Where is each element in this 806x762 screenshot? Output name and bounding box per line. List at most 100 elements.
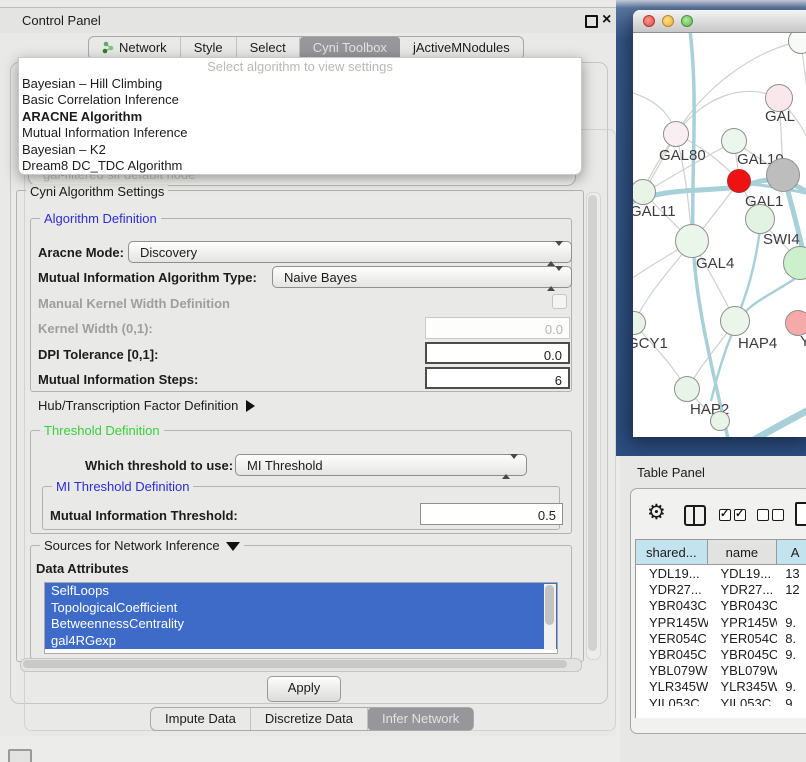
tab-label: jActiveMNodules — [413, 40, 510, 55]
network-node[interactable] — [745, 204, 775, 234]
tab-cyni-toolbox[interactable]: Cyni Toolbox — [300, 37, 400, 59]
algorithm-option-basic-correlation-inference[interactable]: Basic Correlation Inference — [19, 92, 581, 108]
network-node-gal80[interactable] — [663, 121, 689, 147]
table-row[interactable]: YPR145WYPR145W9. — [636, 614, 806, 630]
kernel-width-label: Kernel Width (0,1): — [38, 321, 153, 336]
table-toolbar: ⚙ — [631, 489, 806, 539]
dpi-tolerance-field[interactable]: 0.0 — [425, 342, 570, 364]
table-cell — [777, 662, 806, 678]
table-cell: YLR345W — [636, 678, 708, 694]
sources-title-text: Sources for Network Inference — [44, 538, 220, 553]
tab-label: Cyni Toolbox — [313, 40, 387, 55]
algorithm-option-bayesian-hill-climbing[interactable]: Bayesian – Hill Climbing — [19, 76, 581, 92]
network-window-titlebar[interactable] — [633, 10, 806, 33]
data-attributes-scrollbar[interactable] — [544, 584, 556, 650]
table-row[interactable]: YLR345WYLR345W9. — [636, 678, 806, 694]
sources-title[interactable]: Sources for Network Inference — [40, 538, 244, 553]
node-label-swi4: SWI4 — [763, 231, 800, 248]
which-threshold-value: MI Threshold — [247, 458, 323, 473]
table-cell: YBR043C — [708, 597, 778, 613]
tab-jactivemnodules[interactable]: jActiveMNodules — [400, 37, 523, 59]
node-label-hap4: HAP4 — [738, 335, 777, 352]
threshold-definition-title: Threshold Definition — [40, 423, 164, 438]
algorithm-definition-title: Algorithm Definition — [40, 211, 161, 226]
settings-scrollbar[interactable] — [586, 192, 601, 660]
network-node-gal4[interactable] — [675, 224, 709, 258]
gear-icon[interactable]: ⚙ — [647, 501, 666, 525]
table-cell: 9. — [777, 678, 806, 694]
table-row[interactable]: YBL079WYBL079W — [636, 662, 806, 678]
aracne-mode-combo[interactable]: Discovery — [128, 241, 572, 263]
minimized-panel-icon[interactable] — [8, 749, 32, 762]
table-row[interactable]: YIL053CYIL053C9 — [636, 695, 806, 707]
column-header-a[interactable]: A — [777, 540, 806, 564]
attribute-item-gal4rgexp[interactable]: gal4RGexp — [45, 633, 557, 650]
network-node-hap4[interactable] — [720, 306, 750, 336]
table-cell: YIL053C — [636, 695, 708, 707]
close-traffic-light-icon[interactable] — [643, 15, 655, 27]
table-row[interactable]: YDR27...YDR27...12 — [636, 581, 806, 597]
mi-type-label: Mutual Information Algorithm Type: — [38, 270, 257, 285]
tab-impute-data[interactable]: Impute Data — [151, 708, 251, 730]
columns-icon[interactable] — [684, 505, 706, 526]
node-label-gcy1: GCY1 — [633, 335, 668, 352]
kernel-width-field[interactable]: 0.0 — [425, 317, 570, 339]
manual-kernel-checkbox[interactable] — [552, 294, 567, 309]
zoom-traffic-light-icon[interactable] — [681, 15, 693, 27]
hub-definition-expander[interactable]: Hub/Transcription Factor Definition — [38, 398, 255, 413]
which-threshold-label: Which threshold to use: — [85, 458, 233, 473]
close-icon[interactable]: × — [602, 9, 611, 31]
algorithm-option-bayesian-k2[interactable]: Bayesian – K2 — [19, 142, 581, 158]
column-header-name[interactable]: name — [708, 540, 778, 564]
application-root: GALGAL80GAL10GAL1GAL11SWI4GAL4GCY1HAP4YH… — [0, 0, 806, 762]
table-row[interactable]: YBR043CYBR043C — [636, 597, 806, 613]
network-icon — [102, 41, 114, 57]
algorithm-dropdown-items: Bayesian – Hill ClimbingBasic Correlatio… — [19, 76, 581, 174]
attribute-item-betweennesscentrality[interactable]: BetweennessCentrality — [45, 616, 557, 633]
data-attributes-list[interactable]: SelfLoopsTopologicalCoefficientBetweenne… — [44, 582, 558, 654]
mi-steps-field[interactable]: 6 — [425, 367, 570, 389]
network-canvas[interactable]: GALGAL80GAL10GAL1GAL11SWI4GAL4GCY1HAP4YH… — [633, 33, 806, 437]
table-row[interactable]: YER054CYER054C8. — [636, 630, 806, 646]
attribute-item-topologicalcoefficient[interactable]: TopologicalCoefficient — [45, 600, 557, 617]
attribute-item-selfloops[interactable]: SelfLoops — [45, 583, 557, 600]
tab-label: Select — [250, 40, 286, 55]
tab-select[interactable]: Select — [237, 37, 300, 59]
algorithm-dropdown: Select algorithm to view settings Bayesi… — [18, 57, 582, 175]
export-table-icon[interactable] — [795, 502, 806, 526]
table-row[interactable]: YBR045CYBR045C9. — [636, 646, 806, 662]
algorithm-option-mutual-information-inference[interactable]: Mutual Information Inference — [19, 125, 581, 141]
table-header-row: shared...nameA — [636, 540, 806, 565]
node-table: shared...nameA YDL19...YDL19...13YDR27..… — [635, 539, 806, 718]
network-view-window[interactable]: GALGAL80GAL10GAL1GAL11SWI4GAL4GCY1HAP4YH… — [633, 10, 806, 437]
node-label-gal11: GAL11 — [633, 203, 676, 220]
table-panel-title: Table Panel — [637, 465, 705, 480]
network-node-gal1[interactable] — [727, 169, 751, 193]
table-cell: YDL19... — [636, 565, 708, 581]
minimize-traffic-light-icon[interactable] — [662, 15, 674, 27]
algorithm-option-aracne-algorithm[interactable]: ARACNE Algorithm — [19, 109, 581, 125]
float-window-icon[interactable] — [585, 15, 598, 28]
algorithm-option-dream8-dc-tdc-algorithm[interactable]: Dream8 DC_TDC Algorithm — [19, 158, 581, 174]
tab-label: Style — [194, 40, 223, 55]
deselect-all-icon[interactable] — [757, 509, 784, 521]
network-node-hap2[interactable] — [674, 376, 700, 402]
column-header-shared[interactable]: shared... — [636, 540, 708, 564]
network-node[interactable] — [766, 158, 800, 192]
mi-threshold-field[interactable]: 0.5 — [420, 503, 563, 525]
mi-steps-label: Mutual Information Steps: — [38, 372, 198, 387]
data-attributes-items: SelfLoopsTopologicalCoefficientBetweenne… — [45, 583, 557, 649]
tab-infer-network[interactable]: Infer Network — [368, 708, 473, 730]
mi-type-combo[interactable]: Naive Bayes — [272, 266, 572, 288]
settings-hscrollbar[interactable] — [20, 658, 582, 672]
apply-button[interactable]: Apply — [267, 676, 341, 702]
which-threshold-combo[interactable]: MI Threshold — [235, 454, 527, 476]
table-cell: YBR045C — [708, 646, 778, 662]
table-window: ⚙ shared...nameA YDL19...YDL19...13YDR27… — [630, 488, 806, 734]
tab-network[interactable]: Network — [89, 37, 181, 59]
tab-discretize-data[interactable]: Discretize Data — [251, 708, 368, 730]
tab-style[interactable]: Style — [181, 37, 237, 59]
network-node[interactable] — [710, 411, 730, 431]
table-row[interactable]: YDL19...YDL19...13 — [636, 565, 806, 581]
select-all-icon[interactable] — [719, 509, 746, 521]
